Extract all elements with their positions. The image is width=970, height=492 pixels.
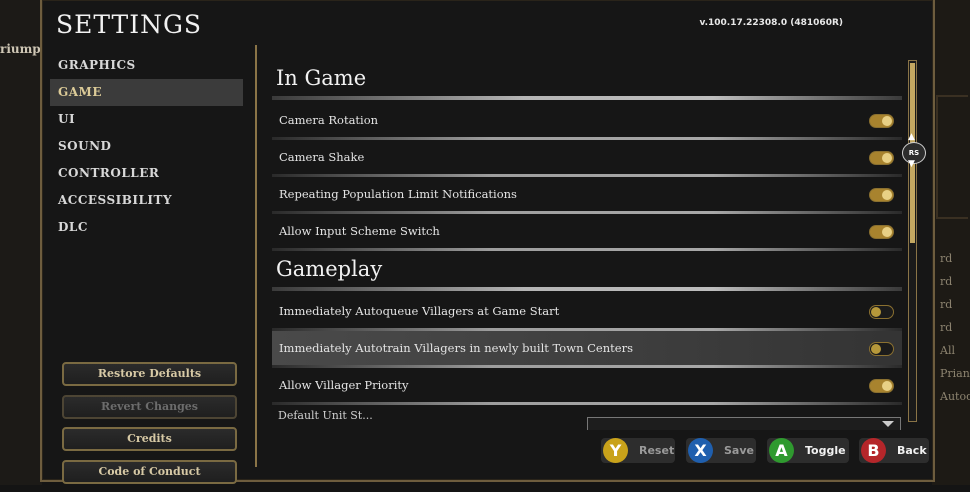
setting-row-autotrain-villagers[interactable]: Immediately Autotrain Villagers in newly… xyxy=(272,331,902,365)
setting-row-input-scheme-switch[interactable]: Allow Input Scheme Switch xyxy=(272,214,902,248)
sidebar-item-ui[interactable]: UI xyxy=(50,106,243,133)
background-list-item: rd xyxy=(940,298,953,311)
reset-button[interactable]: Y Reset xyxy=(601,438,675,463)
y-button-icon: Y xyxy=(603,438,628,463)
page-title: SETTINGS xyxy=(56,10,203,39)
background-list: rd rd rd rd All Prian Autoq xyxy=(934,247,970,408)
section-divider xyxy=(272,287,902,291)
setting-label: Immediately Autotrain Villagers in newly… xyxy=(279,341,633,355)
section-divider xyxy=(272,96,902,100)
default-unit-stance-dropdown[interactable] xyxy=(587,417,901,430)
code-of-conduct-button[interactable]: Code of Conduct xyxy=(62,459,237,484)
chevron-down-icon xyxy=(882,421,894,427)
restore-defaults-button[interactable]: Restore Defaults xyxy=(62,362,237,386)
setting-label: Allow Input Scheme Switch xyxy=(279,224,440,238)
save-label: Save xyxy=(724,444,754,457)
sidebar-item-accessibility[interactable]: ACCESSIBILITY xyxy=(50,187,243,214)
background-right: rd rd rd rd All Prian Autoq xyxy=(932,0,970,485)
setting-row-villager-priority[interactable]: Allow Villager Priority xyxy=(272,368,902,402)
section-title-in-game: In Game xyxy=(276,66,367,90)
save-button[interactable]: X Save xyxy=(686,438,756,463)
sidebar-divider xyxy=(255,45,257,467)
arrow-up-icon: ▲ xyxy=(908,132,915,142)
sidebar-item-game[interactable]: GAME xyxy=(50,79,243,106)
background-frame xyxy=(936,95,968,219)
villager-priority-toggle[interactable] xyxy=(869,379,894,393)
background-list-item: rd xyxy=(940,252,953,265)
settings-content: In Game Camera Rotation Camera Shake Rep… xyxy=(272,60,902,428)
credits-button[interactable]: Credits xyxy=(62,427,237,451)
autoqueue-villagers-toggle[interactable] xyxy=(869,305,894,319)
setting-label: Immediately Autoqueue Villagers at Game … xyxy=(279,304,560,318)
background-list-item: rd xyxy=(940,275,953,288)
background-list-item: rd xyxy=(940,321,953,334)
x-button-icon: X xyxy=(688,438,713,463)
sidebar-item-dlc[interactable]: DLC xyxy=(50,214,243,241)
sidebar-item-sound[interactable]: SOUND xyxy=(50,133,243,160)
sidebar-item-controller[interactable]: CONTROLLER xyxy=(50,160,243,187)
background-left: riumph xyxy=(0,0,49,485)
setting-label: Camera Shake xyxy=(279,150,365,164)
setting-label: Camera Rotation xyxy=(279,113,379,127)
setting-row-population-notifications[interactable]: Repeating Population Limit Notifications xyxy=(272,177,902,211)
back-label: Back xyxy=(897,444,927,457)
autotrain-villagers-toggle[interactable] xyxy=(869,342,894,356)
reset-label: Reset xyxy=(639,444,675,457)
camera-rotation-toggle[interactable] xyxy=(869,114,894,128)
back-button[interactable]: B Back xyxy=(859,438,929,463)
population-notifications-toggle[interactable] xyxy=(869,188,894,202)
background-list-item: Prian xyxy=(940,367,970,380)
background-list-item: All xyxy=(940,344,955,357)
section-title-gameplay: Gameplay xyxy=(276,257,383,281)
setting-row-camera-shake[interactable]: Camera Shake xyxy=(272,140,902,174)
b-button-icon: B xyxy=(861,438,886,463)
a-button-icon: A xyxy=(769,438,794,463)
arrow-down-icon: ▼ xyxy=(908,159,915,169)
input-scheme-switch-toggle[interactable] xyxy=(869,225,894,239)
content-scrollbar[interactable] xyxy=(908,60,917,422)
toggle-label: Toggle xyxy=(805,444,846,457)
version-label: v.100.17.22308.0 (481060R) xyxy=(699,18,843,28)
setting-label: Repeating Population Limit Notifications xyxy=(279,187,517,201)
revert-changes-button[interactable]: Revert Changes xyxy=(62,394,237,419)
setting-row-autoqueue-villagers[interactable]: Immediately Autoqueue Villagers at Game … xyxy=(272,294,902,328)
background-list-item: Autoq xyxy=(940,390,970,403)
sidebar-item-graphics[interactable]: GRAPHICS xyxy=(50,52,243,79)
settings-sidebar: GRAPHICS GAME UI SOUND CONTROLLER ACCESS… xyxy=(50,52,243,241)
camera-shake-toggle[interactable] xyxy=(869,151,894,165)
settings-panel: SETTINGS v.100.17.22308.0 (481060R) GRAP… xyxy=(40,0,935,484)
setting-label: Allow Villager Priority xyxy=(279,378,409,392)
sidebar-actions: Restore Defaults Revert Changes Credits … xyxy=(62,362,237,492)
toggle-button[interactable]: A Toggle xyxy=(767,438,849,463)
setting-row-camera-rotation[interactable]: Camera Rotation xyxy=(272,103,902,137)
